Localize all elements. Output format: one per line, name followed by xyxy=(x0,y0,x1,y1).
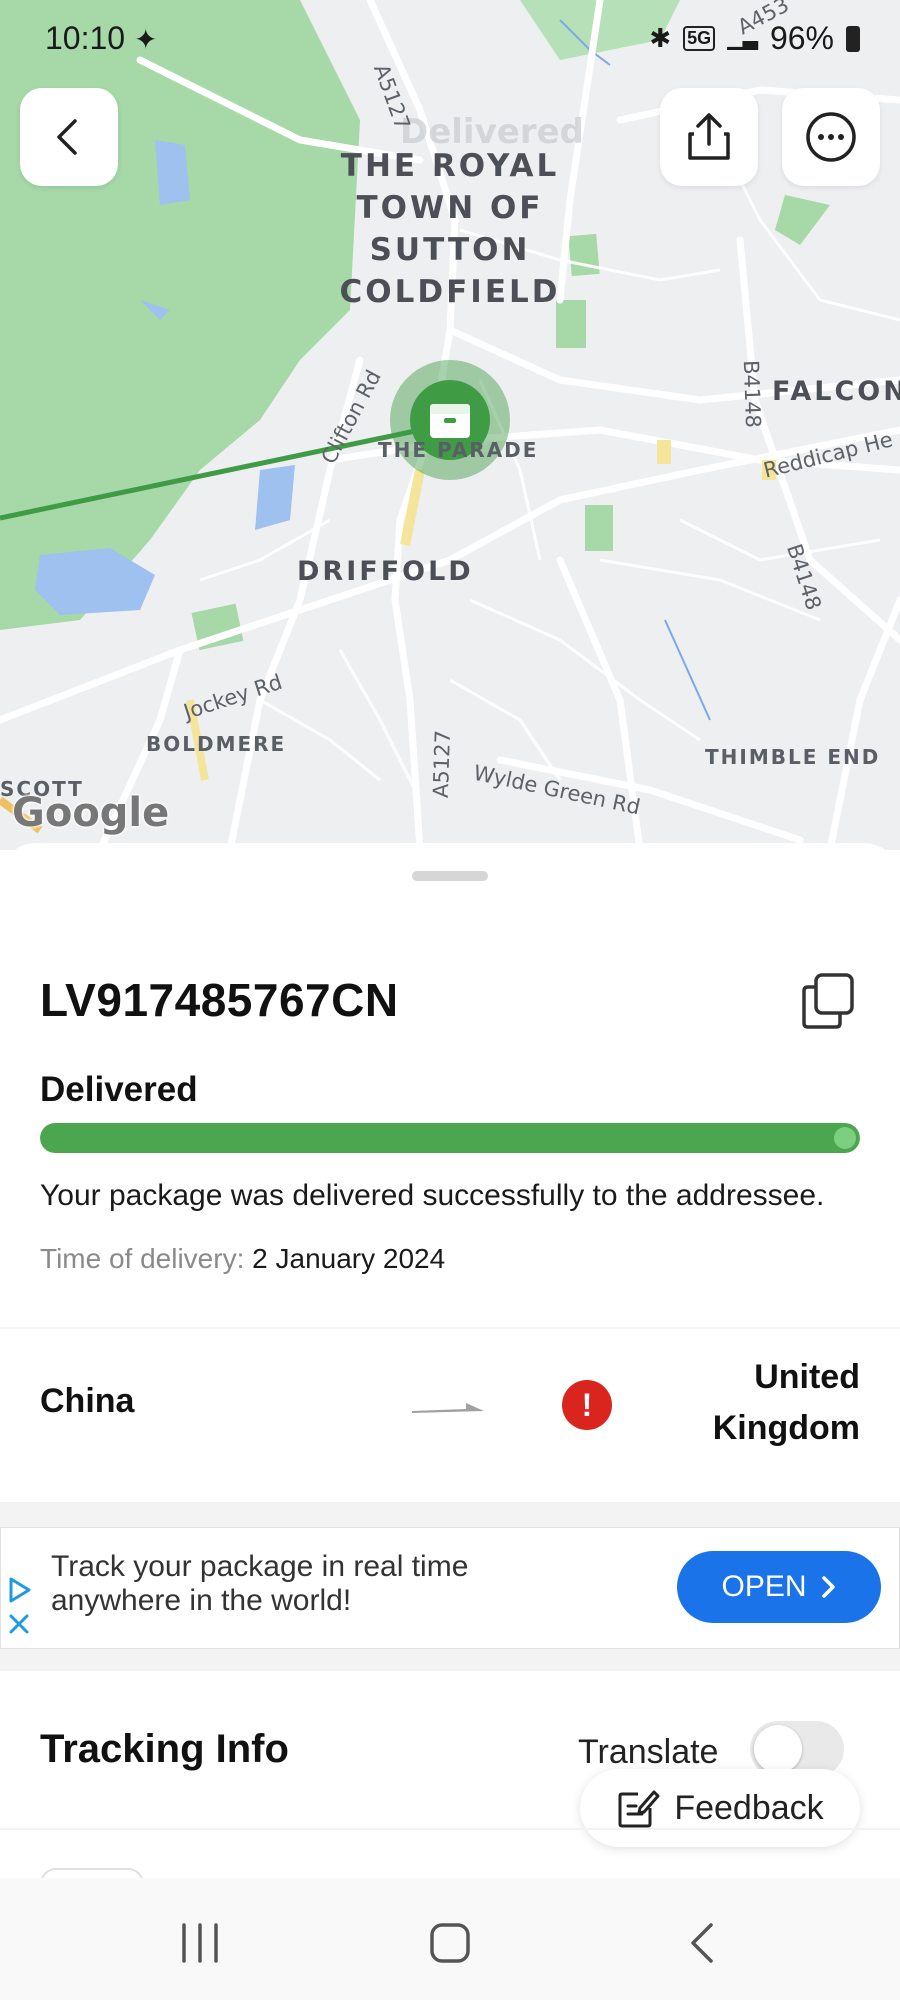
tracking-info-title: Tracking Info xyxy=(40,1727,289,1771)
delivery-time: Time of delivery: 2 January 2024 xyxy=(40,1243,445,1275)
feedback-label: Feedback xyxy=(674,1788,824,1827)
signal-icon: ▁▃ xyxy=(727,28,758,50)
system-nav-bar xyxy=(0,1878,900,2000)
package-icon xyxy=(430,404,470,438)
more-icon xyxy=(806,112,856,162)
delivery-status: Delivered xyxy=(40,1070,198,1109)
place-parade: THE PARADE xyxy=(378,438,539,462)
copy-icon xyxy=(802,973,854,1029)
feedback-icon xyxy=(618,1790,660,1828)
delivery-progress-bar xyxy=(40,1123,860,1153)
chevron-right-icon xyxy=(821,1576,835,1598)
origin-country: China xyxy=(40,1382,135,1420)
share-button[interactable] xyxy=(660,88,758,186)
map-attribution: Google xyxy=(12,790,170,836)
home-button[interactable] xyxy=(410,1908,490,1978)
delivery-time-label: Time of delivery: xyxy=(40,1243,245,1274)
ad-open-label: OPEN xyxy=(721,1570,807,1603)
nav-back-icon xyxy=(691,1923,713,1963)
status-bar: 10:10 ✦ ✱ 5G ▁▃ 96% xyxy=(0,0,900,80)
ad-text: Track your package in real time anywhere… xyxy=(51,1550,469,1617)
details-sheet: LV917485767CN Delivered Your package was… xyxy=(0,843,900,2000)
progress-fill xyxy=(40,1123,860,1153)
back-icon xyxy=(57,119,77,155)
divider xyxy=(0,1828,900,1830)
ad-open-button[interactable]: OPEN xyxy=(677,1551,881,1623)
toggle-knob xyxy=(754,1725,802,1773)
status-icons: ✱ 5G ▁▃ 96% xyxy=(649,20,860,57)
place-driffold: DRIFFOLD xyxy=(297,556,474,587)
place-royal-town: THE ROYAL TOWN OF SUTTON COLDFIELD xyxy=(339,148,561,310)
tracking-number: LV917485767CN xyxy=(40,974,399,1026)
more-button[interactable] xyxy=(782,88,880,186)
divider xyxy=(0,1649,900,1671)
progress-indicator xyxy=(834,1127,856,1149)
delivery-time-value: 2 January 2024 xyxy=(252,1243,446,1274)
battery-icon xyxy=(846,25,860,52)
share-icon xyxy=(688,113,730,160)
place-thimble-end: THIMBLE END xyxy=(705,745,881,769)
recents-button[interactable] xyxy=(160,1908,240,1978)
battery-level: 96% xyxy=(769,20,834,56)
alert-icon[interactable]: ! xyxy=(562,1380,612,1430)
network-type: 5G xyxy=(683,26,716,51)
destination-country: United Kingdom xyxy=(712,1358,860,1447)
road-b4148-top: B4148 xyxy=(738,359,766,429)
copy-button[interactable] xyxy=(800,971,856,1031)
ad-choices-icon[interactable] xyxy=(7,1576,33,1604)
translate-label: Translate xyxy=(578,1733,719,1771)
status-time: 10:10 ✦ xyxy=(45,20,157,57)
route-row[interactable]: China ! United Kingdom xyxy=(0,1327,900,1502)
map-view[interactable]: Delivered THE ROYAL TOWN OF SUTTON COLDF… xyxy=(0,0,900,850)
recents-icon xyxy=(182,1923,218,1963)
sheet-drag-handle[interactable] xyxy=(412,871,488,881)
bluetooth-icon: ✱ xyxy=(649,23,672,53)
arrow-right-icon xyxy=(412,1403,484,1413)
ad-banner[interactable]: Track your package in real time anywhere… xyxy=(0,1527,900,1649)
back-button[interactable] xyxy=(20,88,118,186)
feedback-button[interactable]: Feedback xyxy=(580,1769,860,1847)
status-description: Your package was delivered successfully … xyxy=(40,1179,825,1212)
close-icon[interactable] xyxy=(7,1612,31,1636)
app-notification-icon: ✦ xyxy=(133,24,158,55)
place-boldmere: BOLDMERE xyxy=(146,732,287,756)
road-a5127-bottom: A5127 xyxy=(428,729,456,799)
place-falcon: FALCON xyxy=(772,376,900,407)
nav-back-button[interactable] xyxy=(662,1908,742,1978)
home-icon xyxy=(430,1923,470,1963)
clock: 10:10 xyxy=(45,20,126,56)
package-marker[interactable] xyxy=(428,398,472,442)
divider xyxy=(0,1502,900,1527)
